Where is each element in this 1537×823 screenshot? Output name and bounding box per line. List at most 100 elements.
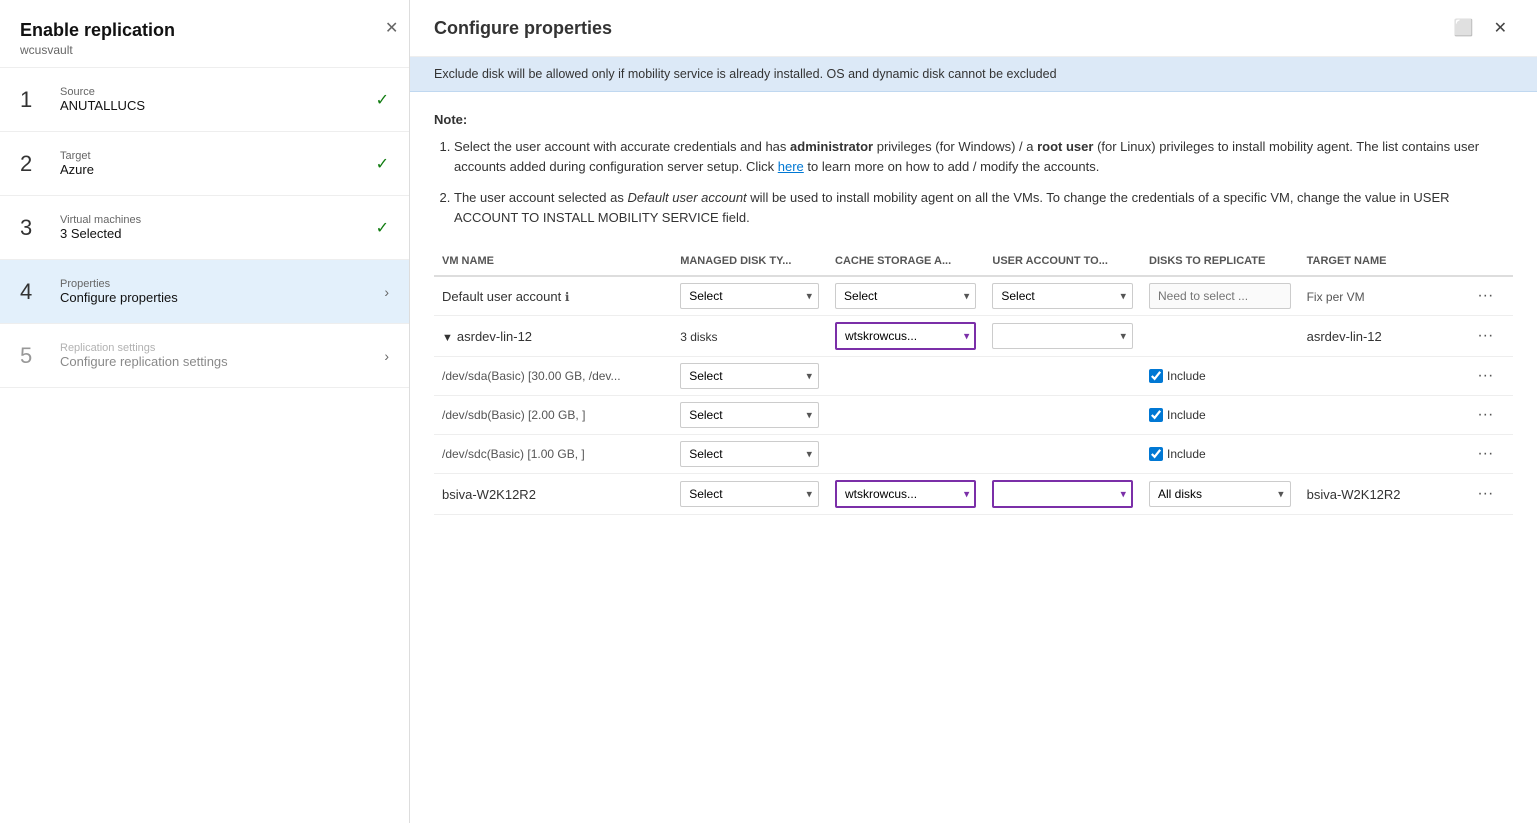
sda-include-checkbox[interactable] xyxy=(1149,369,1163,383)
step-4-value: Configure properties xyxy=(60,290,384,305)
col-header-disks: DISKS TO REPLICATE xyxy=(1141,247,1299,276)
default-cache-storage-select-wrapper[interactable]: Select xyxy=(835,283,976,309)
default-need-select-input[interactable] xyxy=(1149,283,1291,309)
sdb-more-button[interactable]: ··· xyxy=(1473,404,1497,426)
sdb-managed-select-wrapper[interactable]: Select xyxy=(680,402,819,428)
bsiva-target-label: bsiva-W2K12R2 xyxy=(1307,487,1401,502)
info-banner: Exclude disk will be allowed only if mob… xyxy=(410,57,1537,92)
right-panel: Configure properties ⬜ ✕ Exclude disk wi… xyxy=(410,0,1537,823)
asrdev-disk-count: 3 disks xyxy=(680,330,717,344)
step-1-value: ANUTALLUCS xyxy=(60,98,376,113)
sdc-target-cell xyxy=(1299,435,1466,474)
info-icon: ℹ xyxy=(565,290,570,304)
step-4[interactable]: 4 Properties Configure properties › xyxy=(0,260,409,324)
here-link[interactable]: here xyxy=(778,159,804,174)
right-panel-title: Configure properties xyxy=(434,18,1448,39)
bsiva-managed-select-wrapper[interactable]: Select xyxy=(680,481,819,507)
asrdev-user-select-wrapper[interactable] xyxy=(992,323,1133,349)
bsiva-disks-select-wrapper[interactable]: All disks xyxy=(1149,481,1291,507)
bsiva-managed-disk-cell: Select xyxy=(672,474,827,515)
step-5-value: Configure replication settings xyxy=(60,354,384,369)
default-more-button[interactable]: ··· xyxy=(1473,285,1497,307)
note-item-2: The user account selected as Default use… xyxy=(454,188,1513,227)
step-3[interactable]: 3 Virtual machines 3 Selected ✓ xyxy=(0,196,409,260)
table-header-row: VM NAME MANAGED DISK TY... CACHE STORAGE… xyxy=(434,247,1513,276)
sdc-cache-cell xyxy=(827,435,984,474)
bsiva-more-button[interactable]: ··· xyxy=(1473,483,1497,505)
bsiva-disks-select[interactable]: All disks xyxy=(1149,481,1291,507)
note-title: Note: xyxy=(434,112,1513,127)
col-header-more xyxy=(1465,247,1513,276)
default-cache-storage-cell: Select xyxy=(827,276,984,316)
bsiva-cache-storage-cell: wtskrowcus... xyxy=(827,474,984,515)
step-1-check-icon: ✓ xyxy=(376,90,389,110)
step-3-check-icon: ✓ xyxy=(376,218,389,238)
sdc-include-checkbox[interactable] xyxy=(1149,447,1163,461)
step-1[interactable]: 1 Source ANUTALLUCS ✓ xyxy=(0,68,409,132)
default-user-account-select[interactable]: Select xyxy=(992,283,1133,309)
step-3-title: Virtual machines xyxy=(60,214,376,226)
default-user-account-select-wrapper[interactable]: Select xyxy=(992,283,1133,309)
config-table: VM NAME MANAGED DISK TY... CACHE STORAGE… xyxy=(434,247,1513,515)
default-managed-disk-cell: Select xyxy=(672,276,827,316)
left-panel-subtitle: wcusvault xyxy=(20,43,389,57)
asrdev-cache-select[interactable]: wtskrowcus... xyxy=(835,322,976,350)
table-row-default: Default user account ℹ Select Select xyxy=(434,276,1513,316)
sdb-include-wrapper: Include xyxy=(1149,408,1291,422)
sda-managed-select-wrapper[interactable]: Select xyxy=(680,363,819,389)
bsiva-user-select[interactable] xyxy=(992,480,1133,508)
sdb-more-cell: ··· xyxy=(1465,396,1513,435)
sdc-managed-select-wrapper[interactable]: Select xyxy=(680,441,819,467)
default-target-name-cell: Fix per VM xyxy=(1299,276,1466,316)
step-4-title: Properties xyxy=(60,278,384,290)
step-1-info: Source ANUTALLUCS xyxy=(60,86,376,113)
sda-more-button[interactable]: ··· xyxy=(1473,365,1497,387)
default-more-cell: ··· xyxy=(1465,276,1513,316)
bsiva-user-account-cell xyxy=(984,474,1141,515)
right-close-button[interactable]: ✕ xyxy=(1488,16,1513,40)
sdb-target-cell xyxy=(1299,396,1466,435)
bsiva-user-select-wrapper[interactable] xyxy=(992,480,1133,508)
bsiva-cache-select-wrapper[interactable]: wtskrowcus... xyxy=(835,480,976,508)
maximize-button[interactable]: ⬜ xyxy=(1448,16,1480,40)
left-close-button[interactable]: ✕ xyxy=(385,18,398,38)
step-5-title: Replication settings xyxy=(60,342,384,354)
sdb-include-label: Include xyxy=(1167,408,1206,422)
sda-managed-select[interactable]: Select xyxy=(680,363,819,389)
right-header: Configure properties ⬜ ✕ xyxy=(410,0,1537,57)
default-cache-storage-select[interactable]: Select xyxy=(835,283,976,309)
sdb-cache-cell xyxy=(827,396,984,435)
step-2[interactable]: 2 Target Azure ✓ xyxy=(0,132,409,196)
left-panel-title: Enable replication xyxy=(20,20,389,41)
sda-user-cell xyxy=(984,357,1141,396)
bsiva-target-name-cell: bsiva-W2K12R2 xyxy=(1299,474,1466,515)
default-need-select-cell xyxy=(1141,276,1299,316)
right-content: Note: Select the user account with accur… xyxy=(410,92,1537,823)
default-managed-disk-select-wrapper[interactable]: Select xyxy=(680,283,819,309)
default-managed-disk-select[interactable]: Select xyxy=(680,283,819,309)
sdc-include-wrapper: Include xyxy=(1149,447,1291,461)
bsiva-managed-select[interactable]: Select xyxy=(680,481,819,507)
sdc-include-label: Include xyxy=(1167,447,1206,461)
step-5[interactable]: 5 Replication settings Configure replica… xyxy=(0,324,409,388)
asrdev-target-name-cell: asrdev-lin-12 xyxy=(1299,316,1466,357)
sdb-disk-name: /dev/sdb(Basic) [2.00 GB, ] xyxy=(434,396,672,435)
step-4-info: Properties Configure properties xyxy=(60,278,384,305)
step-2-check-icon: ✓ xyxy=(376,154,389,174)
sdc-managed-select[interactable]: Select xyxy=(680,441,819,467)
sdc-include-cell: Include xyxy=(1141,435,1299,474)
bsiva-vm-name: bsiva-W2K12R2 xyxy=(434,474,672,515)
step-2-title: Target xyxy=(60,150,376,162)
asrdev-vm-name: ▼asrdev-lin-12 xyxy=(434,316,672,357)
bsiva-cache-select[interactable]: wtskrowcus... xyxy=(835,480,976,508)
table-row-sdc: /dev/sdc(Basic) [1.00 GB, ] Select xyxy=(434,435,1513,474)
step-2-value: Azure xyxy=(60,162,376,177)
asrdev-user-select[interactable] xyxy=(992,323,1133,349)
asrdev-cache-select-wrapper[interactable]: wtskrowcus... xyxy=(835,322,976,350)
sdb-include-checkbox[interactable] xyxy=(1149,408,1163,422)
sdc-more-button[interactable]: ··· xyxy=(1473,443,1497,465)
sdb-managed-select[interactable]: Select xyxy=(680,402,819,428)
asrdev-more-button[interactable]: ··· xyxy=(1473,325,1497,347)
sdb-user-cell xyxy=(984,396,1141,435)
col-header-target: TARGET NAME xyxy=(1299,247,1466,276)
